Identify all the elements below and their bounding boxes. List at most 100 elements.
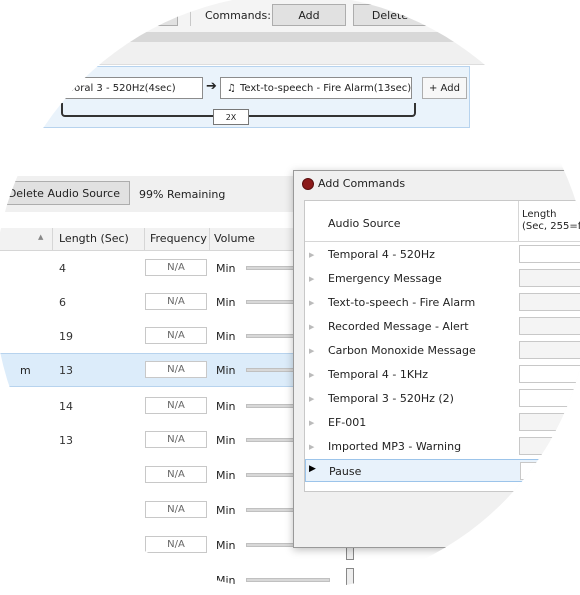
screenshot-viewport: n Commands: Add Delete Group mporal 3 - … bbox=[0, 0, 580, 590]
picker-header-source[interactable]: Audio Source bbox=[328, 217, 401, 230]
picker-row-name: Temporal 3 - 520Hz (2) bbox=[328, 392, 454, 405]
sequence-add-button[interactable]: + Add bbox=[422, 77, 467, 99]
row-frequency-value: N/A bbox=[167, 262, 185, 273]
picker-row[interactable]: ▶ Imported MP3 - Warning bbox=[305, 435, 580, 458]
picker-header-length[interactable]: Length (Sec, 255=fo bbox=[522, 209, 580, 233]
picker-row[interactable]: ▶ Text-to-speech - Fire Alarm bbox=[305, 291, 580, 314]
picker-length-field[interactable] bbox=[519, 269, 580, 287]
picker-length-field[interactable] bbox=[519, 245, 580, 263]
sequence-header-band bbox=[0, 42, 580, 65]
picker-row-name: EF-001 bbox=[328, 416, 367, 429]
picker-length-field[interactable] bbox=[519, 365, 580, 383]
picker-row-name: Imported MP3 - Warning bbox=[328, 440, 462, 453]
row-volume-min: Min bbox=[216, 262, 236, 275]
repeat-count-badge[interactable]: 2X bbox=[213, 109, 249, 125]
group-command-button[interactable]: Group bbox=[436, 4, 516, 26]
row-frequency-value: N/A bbox=[167, 330, 185, 341]
audio-row[interactable]: N/A Min bbox=[0, 458, 330, 492]
picker-length-field[interactable] bbox=[519, 341, 580, 359]
row-indicator-icon: ▶ bbox=[309, 347, 315, 355]
delete-command-button[interactable]: Delete bbox=[353, 4, 427, 26]
row-indicator-icon: ▶ bbox=[309, 299, 315, 307]
row-indicator-icon: ▶ bbox=[309, 251, 315, 259]
sequence-chip-temporal-label: mporal 3 - 520Hz(4sec) bbox=[58, 82, 176, 94]
row-frequency-field[interactable]: N/A bbox=[145, 293, 207, 310]
picker-length-field[interactable] bbox=[519, 293, 580, 311]
picker-row-selected[interactable]: ▶ Pause bbox=[305, 459, 580, 482]
command-toolbar: n Commands: Add Delete Group bbox=[0, 0, 580, 32]
row-frequency-field[interactable]: N/A bbox=[145, 397, 207, 414]
sequence-add-label: + Add bbox=[429, 82, 460, 94]
audio-row[interactable]: Min bbox=[0, 563, 330, 590]
row-frequency-field[interactable]: N/A bbox=[145, 431, 207, 448]
row-volume-min: Min bbox=[216, 400, 236, 413]
picker-header-length-line1: Length bbox=[522, 209, 557, 220]
volume-slider-track[interactable] bbox=[246, 578, 330, 582]
sequence-chip-temporal[interactable]: mporal 3 - 520Hz(4sec) bbox=[51, 77, 203, 99]
row-frequency-field[interactable]: N/A bbox=[145, 327, 207, 344]
row-frequency-value: N/A bbox=[167, 539, 185, 550]
audio-row-selected[interactable]: m 13 N/A Min bbox=[0, 353, 330, 387]
row-frequency-value: N/A bbox=[167, 400, 185, 411]
row-frequency-field[interactable]: N/A bbox=[145, 466, 207, 483]
row-frequency-field[interactable]: N/A bbox=[145, 501, 207, 518]
picker-row[interactable]: ▶ Temporal 3 - 520Hz (2) bbox=[305, 387, 580, 410]
row-frequency-value: N/A bbox=[167, 469, 185, 480]
row-frequency-field[interactable]: N/A bbox=[145, 536, 207, 553]
sequence-arrow-icon: ➔ bbox=[206, 79, 217, 94]
row-length: 19 bbox=[59, 330, 73, 343]
row-length: 14 bbox=[59, 400, 73, 413]
group-command-label: Group bbox=[461, 8, 495, 22]
toolbar-left-button-label: n bbox=[159, 8, 167, 22]
picker-row-name: Recorded Message - Alert bbox=[328, 320, 469, 333]
current-row-arrow-icon: ▶ bbox=[309, 464, 316, 474]
audio-row[interactable]: 19 N/A Min bbox=[0, 319, 330, 353]
add-commands-dialog: Add Commands Audio Source Length (Sec, 2… bbox=[293, 170, 580, 548]
picker-row[interactable]: ▶ Emergency Message bbox=[305, 267, 580, 290]
row-indicator-icon: ▶ bbox=[309, 323, 315, 331]
picker-header-separator bbox=[518, 201, 519, 241]
picker-row-name: Temporal 4 - 520Hz bbox=[328, 248, 435, 261]
header-separator bbox=[144, 228, 145, 250]
audio-row[interactable]: 13 N/A Min bbox=[0, 423, 330, 457]
picker-length-field[interactable] bbox=[520, 462, 580, 480]
picker-length-field[interactable] bbox=[519, 413, 580, 431]
row-length: 6 bbox=[59, 296, 66, 309]
sequence-chip-tts[interactable]: ♫ Text-to-speech - Fire Alarm(13sec) bbox=[220, 77, 412, 99]
row-length: 4 bbox=[59, 262, 66, 275]
add-command-label: Add bbox=[298, 8, 320, 22]
picker-row[interactable]: ▶ Recorded Message - Alert bbox=[305, 315, 580, 338]
picker-length-field[interactable] bbox=[519, 437, 580, 455]
audio-row[interactable]: N/A Min bbox=[0, 493, 330, 527]
dialog-confirm-label: C bbox=[538, 518, 546, 531]
audio-row[interactable]: N/A Min Max bbox=[0, 528, 489, 562]
volume-slider-thumb[interactable] bbox=[346, 568, 354, 588]
picker-row-name: Temporal 4 - 1KHz bbox=[328, 368, 429, 381]
picker-header: Audio Source Length (Sec, 255=fo bbox=[305, 201, 580, 242]
row-volume-min: Min bbox=[216, 296, 236, 309]
row-indicator-icon: ▶ bbox=[309, 419, 315, 427]
row-frequency-field[interactable]: N/A bbox=[145, 361, 207, 378]
audio-row[interactable]: 6 N/A Min bbox=[0, 285, 330, 319]
picker-row[interactable]: ▶ Temporal 4 - 520Hz bbox=[305, 243, 580, 266]
picker-row[interactable]: ▶ EF-001 bbox=[305, 411, 580, 434]
add-command-button[interactable]: Add bbox=[272, 4, 346, 26]
picker-row[interactable]: ▶ Temporal 4 - 1KHz bbox=[305, 363, 580, 386]
picker-row-name: Emergency Message bbox=[328, 272, 442, 285]
picker-length-field[interactable] bbox=[519, 389, 580, 407]
row-frequency-field[interactable]: N/A bbox=[145, 259, 207, 276]
header-length[interactable]: Length (Sec) bbox=[59, 232, 129, 245]
header-volume[interactable]: Volume bbox=[214, 232, 255, 245]
audio-grid-header: ▲ Length (Sec) Frequency Volume bbox=[0, 228, 330, 251]
header-frequency[interactable]: Frequency bbox=[150, 232, 207, 245]
audio-row[interactable]: 4 N/A Min bbox=[0, 251, 330, 285]
picker-length-field[interactable] bbox=[519, 317, 580, 335]
picker-row[interactable]: ▶ Carbon Monoxide Message bbox=[305, 339, 580, 362]
row-volume-min: Min bbox=[216, 574, 236, 587]
delete-audio-source-button[interactable]: Delete Audio Source bbox=[0, 181, 130, 205]
row-volume-min: Min bbox=[216, 469, 236, 482]
dialog-confirm-button[interactable]: C bbox=[515, 509, 580, 539]
toolbar-left-button[interactable]: n bbox=[148, 4, 178, 26]
audio-row[interactable]: 14 N/A Min bbox=[0, 389, 330, 423]
row-frequency-value: N/A bbox=[167, 296, 185, 307]
